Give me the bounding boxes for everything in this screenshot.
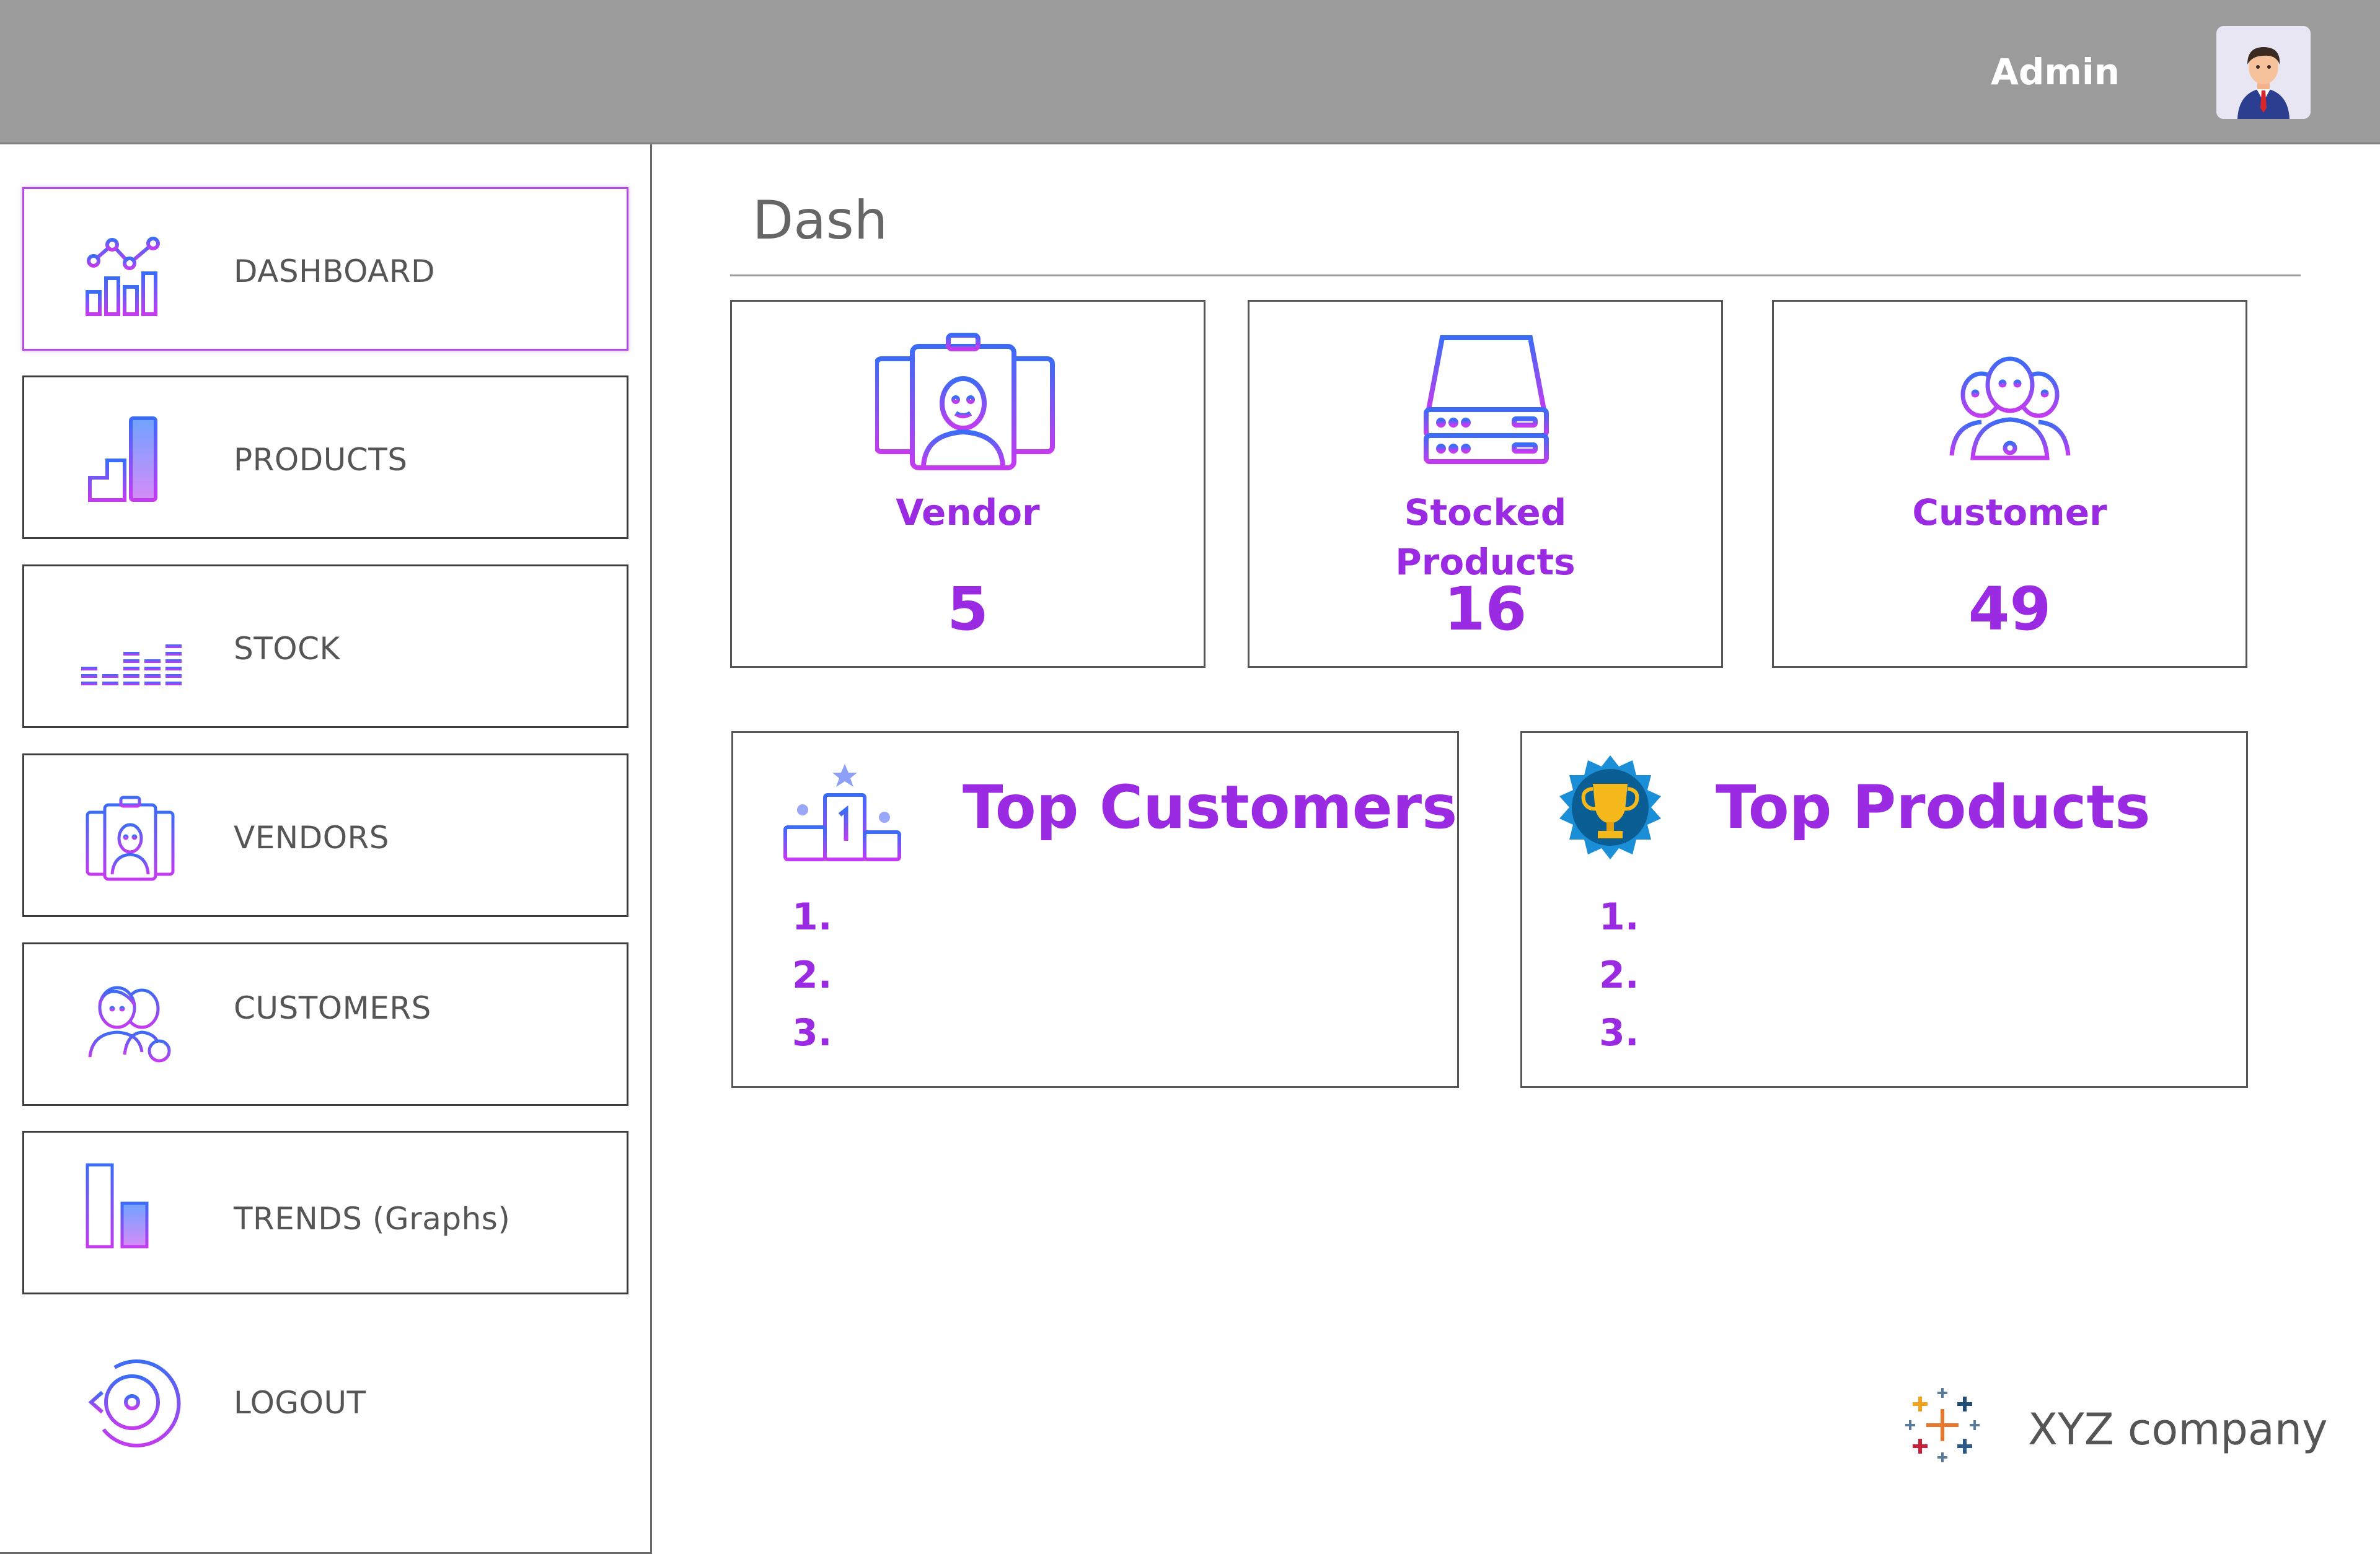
top-products-card: Top Products 1. 2. 3. (1520, 731, 2248, 1088)
vendor-badges-icon (875, 330, 1061, 479)
rank-label: 2. (792, 954, 832, 997)
title-divider (730, 274, 2301, 276)
logout-icon (77, 1356, 183, 1449)
page-title: Dash (752, 190, 888, 252)
sidebar-item-label: LOGOUT (234, 1385, 366, 1421)
stocked-products-stat-card[interactable]: Stocked Products 16 (1248, 300, 1723, 668)
top-customers-title: Top Customers (963, 773, 1458, 842)
top-bar: Admin (0, 0, 2380, 144)
server-storage-icon (1393, 330, 1579, 479)
rank-label: 3. (792, 1011, 832, 1055)
stat-value: 16 (1443, 574, 1527, 644)
user-name[interactable]: Admin (1991, 51, 2120, 93)
sidebar: DASHBOARD PRODUCTS STOCK VENDORS CUSTOME… (0, 144, 652, 1554)
sidebar-item-logout[interactable]: LOGOUT (22, 1319, 628, 1482)
vendor-stat-card[interactable]: Vendor 5 (730, 300, 1205, 668)
sidebar-item-trends[interactable]: TRENDS (Graphs) (22, 1131, 628, 1294)
stat-value: 5 (947, 574, 989, 644)
dashboard-chart-icon (77, 225, 183, 318)
podium-icon (774, 745, 910, 882)
stat-label-line1: Stocked (1404, 491, 1567, 533)
trends-bars-icon (77, 1160, 183, 1253)
avatar-icon (2216, 26, 2311, 119)
top-customers-card: Top Customers 1. 2. 3. (731, 731, 1459, 1088)
rank-label: 1. (792, 895, 832, 939)
trophy-badge-icon (1542, 745, 1678, 882)
vendor-badges-icon (77, 791, 183, 884)
sidebar-item-vendors[interactable]: VENDORS (22, 753, 628, 917)
stat-label: Customer (1912, 491, 2107, 533)
sidebar-item-products[interactable]: PRODUCTS (22, 375, 628, 539)
customers-add-icon (77, 974, 183, 1067)
company-name: XYZ company (2028, 1404, 2328, 1455)
sidebar-item-stock[interactable]: STOCK (22, 564, 628, 728)
sidebar-item-label: PRODUCTS (234, 442, 408, 478)
sidebar-item-label: STOCK (234, 631, 340, 667)
sidebar-item-label: TRENDS (Graphs) (234, 1201, 511, 1237)
company-logo (1902, 1384, 1983, 1466)
products-steps-icon (77, 413, 183, 506)
stock-bars-icon (77, 602, 183, 695)
customer-group-icon (1917, 330, 2103, 479)
sidebar-item-label: DASHBOARD (234, 253, 436, 289)
top-products-title: Top Products (1716, 773, 2151, 842)
rank-label: 1. (1599, 895, 1639, 939)
rank-label: 2. (1599, 954, 1639, 997)
user-avatar[interactable] (2216, 26, 2311, 119)
sidebar-item-dashboard[interactable]: DASHBOARD (22, 187, 628, 351)
customer-stat-card[interactable]: Customer 49 (1772, 300, 2247, 668)
rank-label: 3. (1599, 1011, 1639, 1055)
sidebar-item-label: VENDORS (234, 820, 390, 856)
stat-label: Vendor (896, 491, 1040, 533)
sidebar-item-customers[interactable]: CUSTOMERS (22, 942, 628, 1106)
stat-value: 49 (1968, 574, 2052, 644)
sidebar-item-label: CUSTOMERS (234, 990, 431, 1026)
